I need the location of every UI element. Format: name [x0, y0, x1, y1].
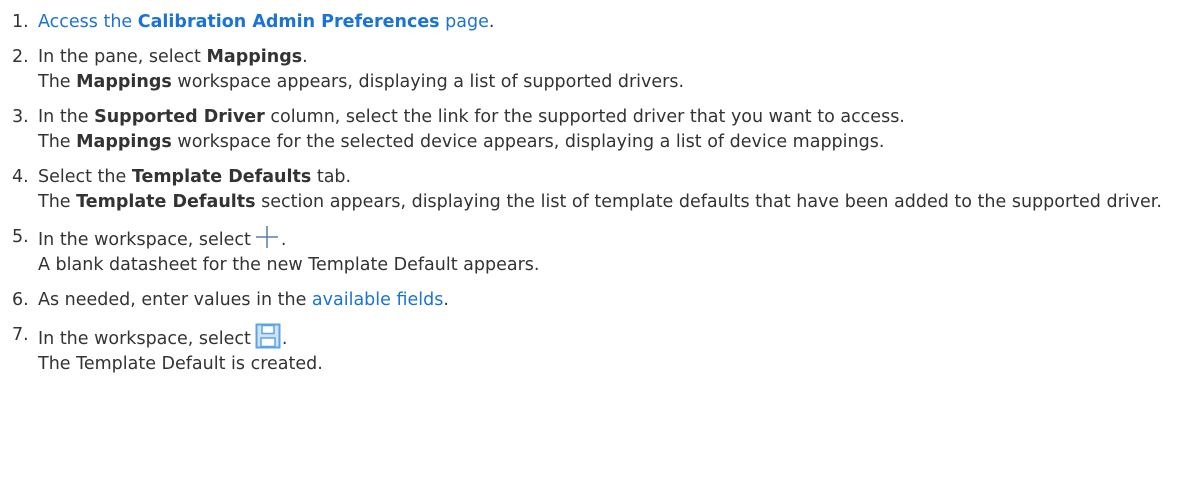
result-bold: Mappings [76, 132, 172, 152]
step-text: In the pane, select [38, 47, 207, 67]
step-text: In the workspace, select [38, 329, 251, 349]
plus-icon [255, 225, 279, 249]
step-text: . [302, 47, 308, 67]
step-text: In the workspace, select [38, 230, 251, 250]
procedure-steps: 1. Access the Calibration Admin Preferen… [0, 0, 1187, 377]
link-text-pre: Access the [38, 12, 138, 32]
step-number: 7. [12, 325, 29, 345]
result-text: workspace appears, displaying a list of … [171, 72, 685, 92]
step-text: . [281, 329, 288, 349]
step-number: 1. [12, 12, 29, 32]
step-2: 2. In the pane, select Mappings. The Map… [12, 45, 1187, 95]
step-5: 5. In the workspace, select. A blank dat… [12, 225, 1187, 278]
step-result: The Template Default is created. [38, 354, 323, 374]
step-1: 1. Access the Calibration Admin Preferen… [12, 10, 1187, 35]
step-text: column, select the link for the supporte… [264, 107, 905, 127]
step-3: 3. In the Supported Driver column, selec… [12, 105, 1187, 155]
result-bold: Mappings [76, 72, 172, 92]
step-bold: Template Defaults [131, 167, 312, 187]
step-7: 7. In the workspace, select. The Templat… [12, 323, 1187, 377]
step-result: The Template Defaults section appears, d… [38, 190, 1187, 215]
result-text: workspace for the selected device appear… [171, 132, 885, 152]
link-text-bold: Calibration Admin Preferences [137, 12, 440, 32]
step-bold: Supported Driver [94, 107, 265, 127]
result-text: section appears, displaying the list of … [255, 192, 1162, 212]
step-number: 3. [12, 107, 29, 127]
step-text: Select the [38, 167, 132, 187]
link-text-post: page [439, 12, 489, 32]
step-text: In the [38, 107, 95, 127]
step-text: . [443, 290, 449, 310]
step-6: 6. As needed, enter values in the availa… [12, 288, 1187, 313]
result-text: The [38, 132, 77, 152]
step-number: 4. [12, 167, 29, 187]
calibration-admin-preferences-link[interactable]: Access the Calibration Admin Preferences… [38, 12, 489, 32]
step-result: A blank datasheet for the new Template D… [38, 255, 540, 275]
step-4: 4. Select the Template Defaults tab. The… [12, 165, 1187, 215]
step-number: 2. [12, 47, 29, 67]
result-bold: Template Defaults [76, 192, 256, 212]
step-text: tab. [311, 167, 352, 187]
step-result: The Mappings workspace for the selected … [38, 130, 1187, 155]
step-bold: Mappings [206, 47, 303, 67]
step-number: 5. [12, 227, 29, 247]
step-result: The Mappings workspace appears, displayi… [38, 70, 1187, 95]
step-text: As needed, enter values in the [38, 290, 312, 310]
step-text: . [280, 230, 287, 250]
result-text: The [38, 192, 77, 212]
step-number: 6. [12, 290, 29, 310]
available-fields-link[interactable]: available fields [312, 290, 443, 310]
step-text: . [488, 12, 495, 32]
save-icon [255, 323, 281, 349]
result-text: The [38, 72, 77, 92]
